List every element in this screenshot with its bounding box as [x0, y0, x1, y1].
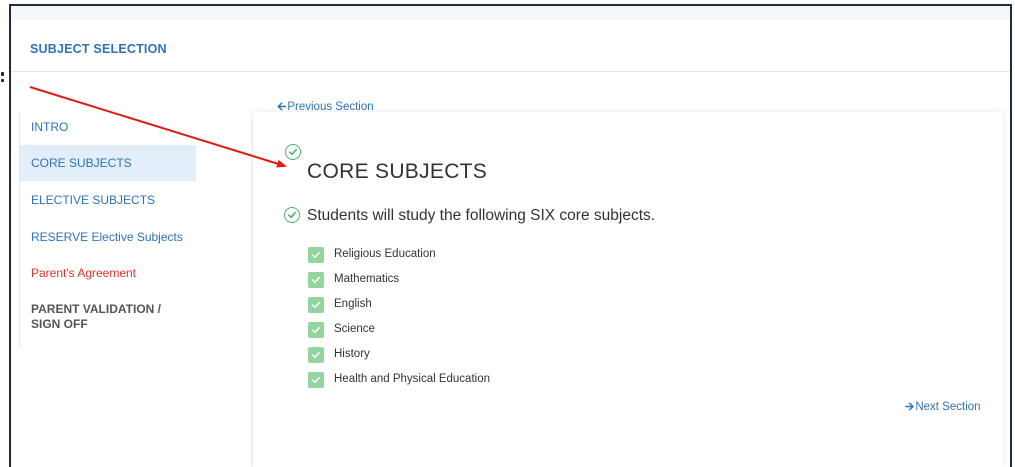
sidebar-item-parents-agreement[interactable]: Parent's Agreement: [20, 266, 196, 283]
check-circle-icon: [285, 144, 301, 160]
sidebar-item-core-subjects[interactable]: CORE SUBJECTS: [20, 145, 196, 181]
subject-label: Religious Education: [334, 248, 436, 260]
panel-title: SUBJECT SELECTION: [30, 42, 167, 56]
subject-item: English: [308, 297, 608, 313]
sidebar-item-intro[interactable]: INTRO: [20, 120, 196, 137]
checkbox-checked-icon: [308, 322, 324, 338]
checkbox-checked-icon: [308, 247, 324, 263]
checkbox-checked-icon: [308, 372, 324, 388]
subject-label: Health and Physical Education: [334, 373, 490, 385]
next-section-link[interactable]: 🡪Next Section: [905, 399, 981, 418]
next-section-label: Next Section: [915, 401, 981, 413]
sidebar-item-parent-validation[interactable]: PARENT VALIDATION / SIGN OFF: [20, 302, 170, 336]
section-intro-text: Students will study the following SIX co…: [307, 207, 656, 224]
checkbox-checked-icon: [308, 297, 324, 313]
checkbox-checked-icon: [308, 347, 324, 363]
frame-top-strip: [11, 6, 1010, 20]
subject-item: Religious Education: [308, 247, 608, 263]
previous-section-link[interactable]: 🡨Previous Section: [277, 99, 374, 118]
sidebar-item-label: CORE SUBJECTS: [31, 156, 132, 170]
subject-item: Science: [308, 322, 608, 338]
subject-item: History: [308, 347, 608, 363]
check-circle-icon: [284, 207, 300, 223]
sidebar-item-label: RESERVE Elective Subjects: [31, 230, 183, 244]
sidebar-item-label: ELECTIVE SUBJECTS: [31, 193, 156, 207]
stray-mark: [1, 79, 4, 82]
sidebar-divider: [252, 120, 253, 467]
subject-label: English: [334, 298, 372, 310]
panel-header: SUBJECT SELECTION: [11, 20, 1010, 72]
subject-label: History: [334, 348, 370, 360]
previous-section-label: Previous Section: [287, 101, 374, 113]
subject-item: Mathematics: [308, 272, 608, 288]
checkbox-checked-icon: [308, 272, 324, 288]
sidebar-item-elective-subjects[interactable]: ELECTIVE SUBJECTS: [20, 193, 196, 210]
sidebar-item-reserve-elective-subjects[interactable]: RESERVE Elective Subjects: [20, 230, 196, 247]
section-title: CORE SUBJECTS: [307, 160, 488, 183]
stray-mark: [1, 72, 4, 76]
sidebar-item-label: Parent's Agreement: [31, 266, 137, 280]
arrow-left-icon: 🡨: [277, 101, 287, 113]
sidebar-item-label: INTRO: [31, 120, 69, 134]
subject-label: Mathematics: [334, 273, 400, 285]
section-sidebar: INTRO CORE SUBJECTS ELECTIVE SUBJECTS RE…: [19, 112, 196, 348]
subject-label: Science: [334, 323, 375, 335]
subject-item: Health and Physical Education: [308, 372, 608, 388]
sidebar-item-label: PARENT VALIDATION / SIGN OFF: [31, 302, 161, 331]
arrow-right-icon: 🡪: [905, 401, 915, 413]
